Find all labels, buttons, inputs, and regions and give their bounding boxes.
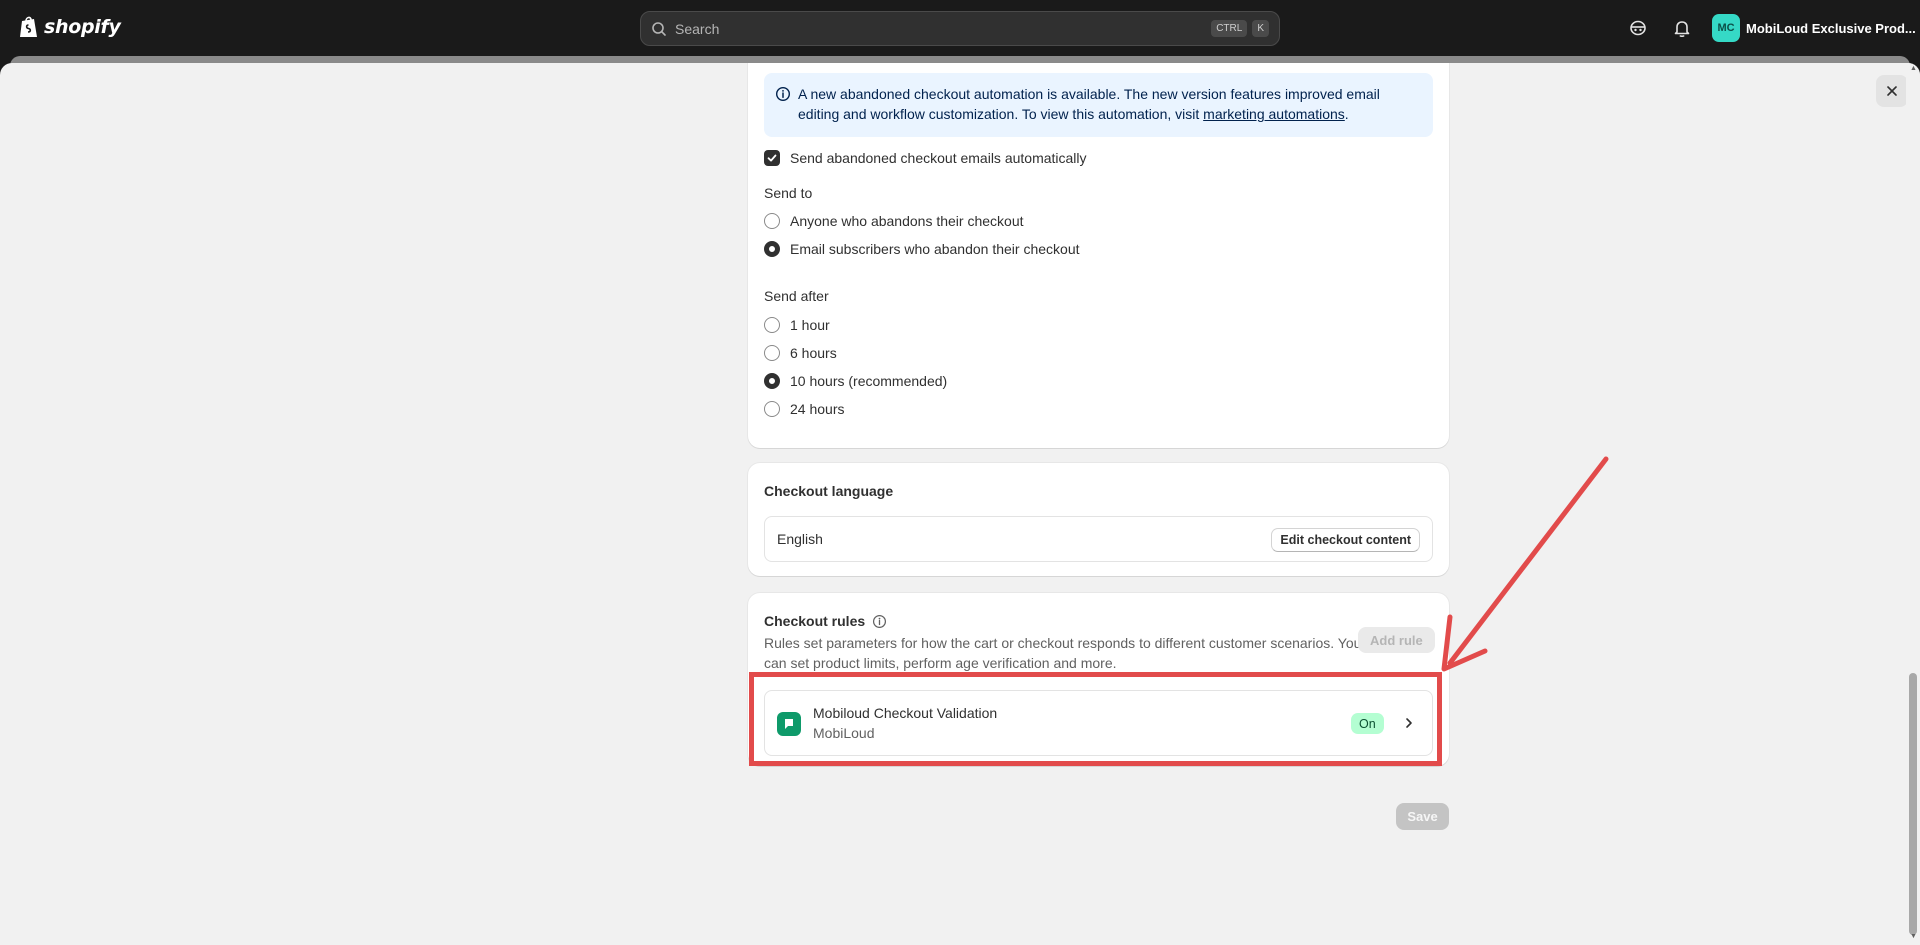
checkmark-icon bbox=[767, 154, 777, 162]
scrollbar[interactable]: ▲ ▼ bbox=[1906, 63, 1920, 945]
banner-text-end: . bbox=[1344, 106, 1349, 122]
radio-label: 1 hour bbox=[790, 317, 830, 333]
radio-label: 24 hours bbox=[790, 401, 845, 417]
add-rule-button[interactable]: Add rule bbox=[1358, 627, 1435, 653]
abandoned-checkout-card: A new abandoned checkout automation is a… bbox=[748, 63, 1449, 448]
send-after-option-10h[interactable]: 10 hours (recommended) bbox=[764, 373, 947, 389]
radio-button-selected[interactable] bbox=[764, 373, 780, 389]
top-bar: shopify Search CTRL K MC MobiLoud Exclus… bbox=[0, 0, 1920, 57]
shortcut-key-k: K bbox=[1252, 20, 1269, 37]
close-icon bbox=[1887, 86, 1897, 96]
send-after-option-6h[interactable]: 6 hours bbox=[764, 345, 837, 361]
avatar: MC bbox=[1712, 14, 1740, 42]
send-to-option-anyone[interactable]: Anyone who abandons their checkout bbox=[764, 213, 1024, 229]
auto-send-label: Send abandoned checkout emails automatic… bbox=[790, 150, 1087, 166]
send-after-heading: Send after bbox=[764, 288, 829, 304]
info-banner: A new abandoned checkout automation is a… bbox=[764, 73, 1433, 137]
settings-sheet: A new abandoned checkout automation is a… bbox=[0, 63, 1920, 945]
scroll-up-arrow-icon[interactable]: ▲ bbox=[1910, 65, 1917, 72]
store-status-icon[interactable] bbox=[1628, 18, 1648, 38]
auto-send-checkbox-row[interactable]: Send abandoned checkout emails automatic… bbox=[764, 150, 1087, 166]
save-button[interactable]: Save bbox=[1396, 803, 1449, 830]
checkout-language-heading: Checkout language bbox=[764, 483, 894, 499]
search-placeholder: Search bbox=[675, 20, 720, 37]
info-icon[interactable] bbox=[872, 614, 887, 629]
marketing-automations-link[interactable]: marketing automations bbox=[1203, 106, 1345, 122]
search-icon bbox=[652, 21, 666, 36]
radio-button[interactable] bbox=[764, 401, 780, 417]
send-after-option-1h[interactable]: 1 hour bbox=[764, 317, 830, 333]
language-value: English bbox=[777, 531, 823, 547]
brand-name: shopify bbox=[44, 16, 121, 38]
bell-icon[interactable] bbox=[1672, 18, 1692, 38]
radio-button-selected[interactable] bbox=[764, 241, 780, 257]
account-menu[interactable]: MC MobiLoud Exclusive Prod... bbox=[1712, 14, 1916, 42]
close-button[interactable] bbox=[1876, 75, 1908, 107]
scroll-down-arrow-icon[interactable]: ▼ bbox=[1910, 933, 1917, 940]
edit-checkout-content-button[interactable]: Edit checkout content bbox=[1271, 528, 1420, 552]
radio-button[interactable] bbox=[764, 317, 780, 333]
auto-send-checkbox[interactable] bbox=[764, 150, 780, 166]
radio-label: 10 hours (recommended) bbox=[790, 373, 948, 389]
checkout-rules-heading: Checkout rules bbox=[764, 613, 866, 629]
annotation-highlight-box bbox=[749, 672, 1442, 766]
shopify-bag-icon bbox=[20, 16, 37, 37]
annotation-arrow-icon bbox=[1441, 456, 1609, 672]
send-to-option-subscribers[interactable]: Email subscribers who abandon their chec… bbox=[764, 241, 1080, 257]
account-name: MobiLoud Exclusive Prod... bbox=[1746, 20, 1916, 36]
scrollbar-thumb[interactable] bbox=[1909, 673, 1917, 935]
shopify-logo[interactable]: shopify bbox=[19, 15, 121, 39]
radio-button[interactable] bbox=[764, 345, 780, 361]
checkout-rules-title: Checkout rules bbox=[764, 613, 887, 629]
checkout-language-card: Checkout language English Edit checkout … bbox=[748, 463, 1449, 576]
radio-label: Email subscribers who abandon their chec… bbox=[790, 241, 1080, 257]
shortcut-key-ctrl: CTRL bbox=[1211, 20, 1248, 37]
send-after-option-24h[interactable]: 24 hours bbox=[764, 401, 844, 417]
checkout-rules-description: Rules set parameters for how the cart or… bbox=[764, 635, 1362, 671]
language-row: English Edit checkout content bbox=[764, 516, 1433, 562]
radio-label: 6 hours bbox=[790, 345, 837, 361]
send-to-heading: Send to bbox=[764, 185, 813, 201]
search-input[interactable]: Search CTRL K bbox=[640, 11, 1280, 46]
radio-button[interactable] bbox=[764, 213, 780, 229]
info-icon bbox=[775, 86, 791, 102]
radio-label: Anyone who abandons their checkout bbox=[790, 213, 1024, 229]
